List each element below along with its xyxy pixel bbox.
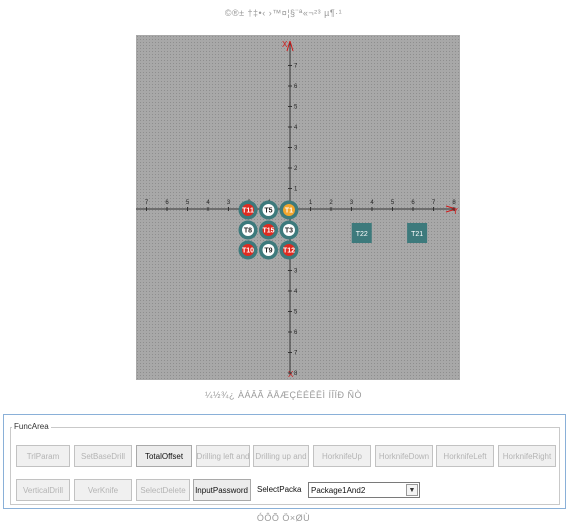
package-select[interactable]: Package1And2 ▼ <box>308 482 420 498</box>
square-tool-label: T22 <box>356 231 368 238</box>
tick-label: 6 <box>165 200 169 206</box>
tick-label: 1 <box>294 187 298 193</box>
tick-label: 5 <box>391 200 395 206</box>
tick-label: 6 <box>411 200 415 206</box>
tick-label: 7 <box>294 64 298 70</box>
tick-label: 6 <box>294 84 298 90</box>
tick-label: 5 <box>294 310 298 316</box>
tick-label: 7 <box>145 200 149 206</box>
func-area-title: FuncArea <box>12 422 51 431</box>
horknife-down-button[interactable]: HorknifeDown <box>375 445 433 467</box>
func-area-panel: FuncArea TrlParam SetBaseDrill TotalOffs… <box>3 414 566 509</box>
tick-label: 5 <box>294 105 298 111</box>
tick-label: 8 <box>452 200 456 206</box>
tool-label: T11 <box>242 208 254 215</box>
drilling-left-and-button[interactable]: Drilling left and <box>196 445 250 467</box>
verticaldrill-button[interactable]: VerticalDrill <box>16 479 70 501</box>
tick-label: 3 <box>294 146 298 152</box>
tick-label: 3 <box>227 200 231 206</box>
tick-label: 4 <box>294 125 298 131</box>
tick-label: 3 <box>294 269 298 275</box>
verknife-button[interactable]: VerKnife <box>74 479 132 501</box>
tool-label: T1 <box>285 208 293 215</box>
square-tool-label: T21 <box>411 231 423 238</box>
tick-label: 4 <box>206 200 210 206</box>
tick-label: 4 <box>370 200 374 206</box>
bottom-caption: ÓÔÕ Ö×ØÙ <box>256 513 311 523</box>
input-password-button[interactable]: InputPassword <box>193 479 251 501</box>
top-caption: ©®± †‡•‹ ›™¤¦§¨ª«¬²³ µ¶·¹ <box>224 8 343 18</box>
totaloffset-button[interactable]: TotalOffset <box>136 445 192 467</box>
trlparam-button[interactable]: TrlParam <box>16 445 70 467</box>
tick-label: 5 <box>186 200 190 206</box>
tool-label: T8 <box>244 228 252 235</box>
setbasedrill-button[interactable]: SetBaseDrill <box>74 445 132 467</box>
middle-caption: ¼½¾¿ ÀÁÂÃ ÄÅÆÇÈÉÊËÌ ÍÎÏÐ ÑÒ <box>204 390 363 400</box>
tool-label: T3 <box>285 228 293 235</box>
tool-label: T9 <box>264 248 272 255</box>
tool-label: T12 <box>283 248 295 255</box>
tool-label: T10 <box>242 248 254 255</box>
drilling-up-and-button[interactable]: Drilling up and <box>253 445 309 467</box>
selectdelete-button[interactable]: SelectDelete <box>136 479 190 501</box>
package-select-value: Package1And2 <box>311 485 366 495</box>
tick-label: 3 <box>350 200 354 206</box>
plot-canvas: YXX765432112345678765432112345678T11T5T1… <box>136 40 459 379</box>
tick-label: 7 <box>294 351 298 357</box>
select-package-label: SelectPacka <box>257 485 302 494</box>
tick-label: 7 <box>432 200 436 206</box>
horknife-up-button[interactable]: HorknifeUp <box>313 445 371 467</box>
tool-label: T5 <box>264 208 272 215</box>
tool-label: T15 <box>262 228 274 235</box>
tick-label: 2 <box>329 200 333 206</box>
tick-label: 4 <box>294 289 298 295</box>
tick-label: 8 <box>294 371 298 377</box>
tick-label: 2 <box>294 166 298 172</box>
chevron-down-icon[interactable]: ▼ <box>406 484 418 496</box>
tick-label: 1 <box>309 200 313 206</box>
horknife-left-button[interactable]: HorknifeLeft <box>436 445 494 467</box>
tick-label: 6 <box>294 330 298 336</box>
drill-layout-plot[interactable]: YXX765432112345678765432112345678T11T5T1… <box>136 35 460 380</box>
horknife-right-button[interactable]: HorknifeRight <box>498 445 556 467</box>
axis-label-x: X <box>282 40 288 49</box>
